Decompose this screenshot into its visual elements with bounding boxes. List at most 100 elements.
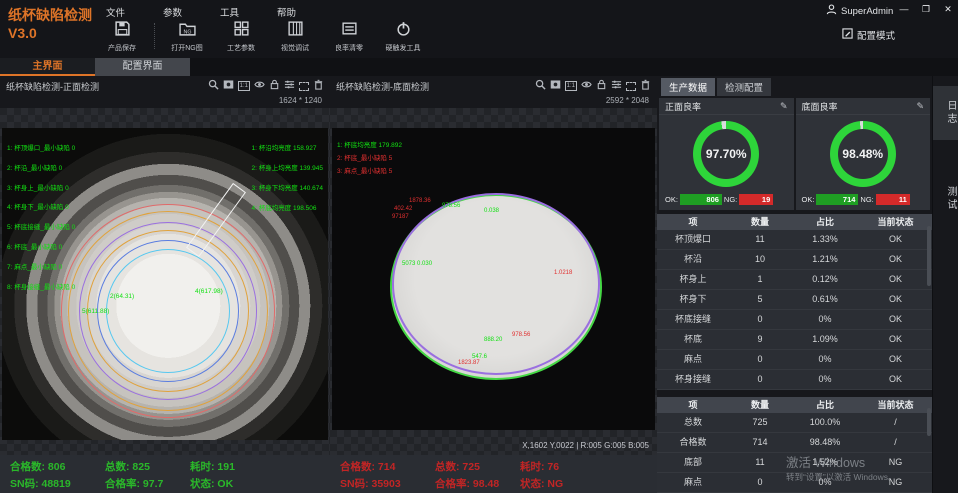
- cell: OK: [859, 290, 932, 309]
- tab-detect-config[interactable]: 检测配置: [717, 78, 771, 96]
- folder-ng-icon: NG: [179, 20, 196, 42]
- menu-tools[interactable]: 工具: [216, 3, 243, 21]
- yield-reset-button[interactable]: 良率清零: [327, 20, 371, 53]
- front-elapsed: 耗时: 191: [190, 459, 320, 474]
- cell: OK: [859, 270, 932, 289]
- edit-icon[interactable]: ✎: [916, 101, 924, 112]
- levels-icon[interactable]: [611, 77, 622, 95]
- process-params-button[interactable]: 工艺参数: [219, 20, 263, 53]
- defect-label: 0.038: [484, 208, 499, 214]
- defect-label: 1823.87: [458, 360, 480, 366]
- annotation: 3: 杯身上_最小缺陷 0: [7, 179, 75, 199]
- tab-log[interactable]: 日志: [933, 86, 958, 140]
- ng-label: NG:: [860, 195, 873, 204]
- roi-select-icon[interactable]: [299, 82, 309, 91]
- table-row[interactable]: 杯顶爆口111.33%OK: [657, 230, 932, 250]
- menu-file[interactable]: 文件: [102, 3, 129, 21]
- cell: 0.12%: [791, 270, 859, 289]
- page-margin: [0, 493, 958, 501]
- table-row[interactable]: 合格数71498.48%/: [657, 433, 932, 453]
- close-button[interactable]: ✕: [940, 2, 956, 16]
- cell: 714: [729, 433, 791, 452]
- measure-label: 5(611.88): [82, 308, 109, 315]
- summary-table-header: 项 数量 占比 当前状态: [657, 397, 932, 413]
- cell: OK: [859, 370, 932, 389]
- yield-reset-icon: [341, 20, 358, 42]
- table-row[interactable]: 麻点00%NG: [657, 473, 932, 493]
- front-image-toolbar: 1:1: [208, 77, 324, 95]
- zoom-icon[interactable]: [208, 77, 219, 95]
- table-row[interactable]: 底部111.52%NG: [657, 453, 932, 473]
- tab-production-data[interactable]: 生产数据: [661, 78, 715, 96]
- vision-debug-icon: [287, 20, 304, 42]
- cell: 0.61%: [791, 290, 859, 309]
- cell: 杯身下: [657, 290, 729, 309]
- front-defect-annotations: 1: 杯顶爆口_最小缺陷 0 2: 杯沿_最小缺陷 0 3: 杯身上_最小缺陷 …: [7, 139, 75, 297]
- one-to-one-icon[interactable]: 1:1: [238, 81, 250, 91]
- lock-icon[interactable]: [269, 77, 280, 95]
- table-row[interactable]: 杯身下50.61%OK: [657, 290, 932, 310]
- fit-image-icon[interactable]: [550, 77, 561, 95]
- bottom-yield-gauge: 98.48%: [830, 121, 896, 187]
- menubar: 文件 参数 工具 帮助: [102, 3, 300, 21]
- lock-icon[interactable]: [596, 77, 607, 95]
- tab-config-view[interactable]: 配置界面: [95, 58, 190, 76]
- eye-icon[interactable]: [254, 77, 265, 95]
- table-row[interactable]: 杯身上10.12%OK: [657, 270, 932, 290]
- front-panel-title: 纸杯缺陷检测-正面检测: [6, 80, 208, 93]
- minimize-button[interactable]: —: [896, 2, 912, 16]
- hard-trigger-button[interactable]: 硬触发工具: [381, 20, 425, 53]
- measure-label: 2(64.31): [110, 293, 134, 300]
- cell: /: [859, 433, 932, 452]
- config-mode-button[interactable]: 配置模式: [842, 28, 895, 42]
- tab-test[interactable]: 测试: [933, 178, 958, 220]
- ng-label: NG:: [724, 195, 737, 204]
- user-menu[interactable]: SuperAdmin: [826, 4, 893, 18]
- bottom-image-viewport[interactable]: 1: 杯底均亮度 179.892 2: 杯底_最小缺陷 5 3: 麻点_最小缺陷…: [330, 108, 657, 455]
- bottom-ok-count: 714: [816, 194, 858, 205]
- front-image-resolution: 1624 * 1240: [0, 96, 330, 108]
- defect-label: 5073 0.030: [402, 261, 432, 267]
- roi-select-icon[interactable]: [626, 82, 636, 91]
- toolbar-label: 良率清零: [335, 43, 363, 53]
- cell: /: [859, 413, 932, 432]
- maximize-button[interactable]: ❐: [918, 2, 934, 16]
- defect-label: 1878.36: [409, 198, 431, 204]
- cell: 杯身上: [657, 270, 729, 289]
- levels-icon[interactable]: [284, 77, 295, 95]
- table-row[interactable]: 总数725100.0%/: [657, 413, 932, 433]
- data-panel-tabs: 生产数据 检测配置: [657, 76, 932, 96]
- table-row[interactable]: 麻点00%OK: [657, 350, 932, 370]
- fit-image-icon[interactable]: [223, 77, 234, 95]
- vision-debug-button[interactable]: 视觉调试: [273, 20, 317, 53]
- front-yield-gauge: 97.70%: [693, 121, 759, 187]
- edit-icon[interactable]: ✎: [780, 101, 788, 112]
- front-image-viewport[interactable]: 1: 杯顶爆口_最小缺陷 0 2: 杯沿_最小缺陷 0 3: 杯身上_最小缺陷 …: [0, 108, 330, 455]
- menu-help[interactable]: 帮助: [273, 3, 300, 21]
- eye-icon[interactable]: [581, 77, 592, 95]
- open-ng-image-button[interactable]: NG 打开NG图: [165, 20, 209, 53]
- table-row[interactable]: 杯身接缝00%OK: [657, 370, 932, 390]
- table-row[interactable]: 杯沿101.21%OK: [657, 250, 932, 270]
- menu-params[interactable]: 参数: [159, 3, 186, 21]
- scrollbar[interactable]: [927, 408, 931, 436]
- scrollbar[interactable]: [927, 226, 931, 286]
- measure-label: 4(617.98): [195, 288, 223, 295]
- zoom-icon[interactable]: [535, 77, 546, 95]
- ok-label: OK:: [802, 195, 815, 204]
- one-to-one-icon[interactable]: 1:1: [565, 81, 577, 91]
- front-yield-card: 正面良率 ✎ 97.70% OK: 806 NG: 19: [659, 98, 794, 210]
- user-icon: [826, 4, 837, 18]
- cell: 0: [729, 350, 791, 369]
- cell: 0: [729, 370, 791, 389]
- tab-main-view[interactable]: 主界面: [0, 58, 95, 76]
- annotation: 1: 杯底均亮度 179.892: [337, 139, 402, 152]
- save-product-button[interactable]: 产品保存: [100, 20, 144, 53]
- trash-icon[interactable]: [313, 77, 324, 95]
- cell: 11: [729, 230, 791, 249]
- bottom-panel-header: 纸杯缺陷检测-底面检测 1:1: [330, 76, 657, 96]
- table-row[interactable]: 杯底91.09%OK: [657, 330, 932, 350]
- table-row[interactable]: 杯底接缝00%OK: [657, 310, 932, 330]
- trash-icon[interactable]: [640, 77, 651, 95]
- bottom-pass-rate: 合格率: 98.48: [435, 476, 520, 491]
